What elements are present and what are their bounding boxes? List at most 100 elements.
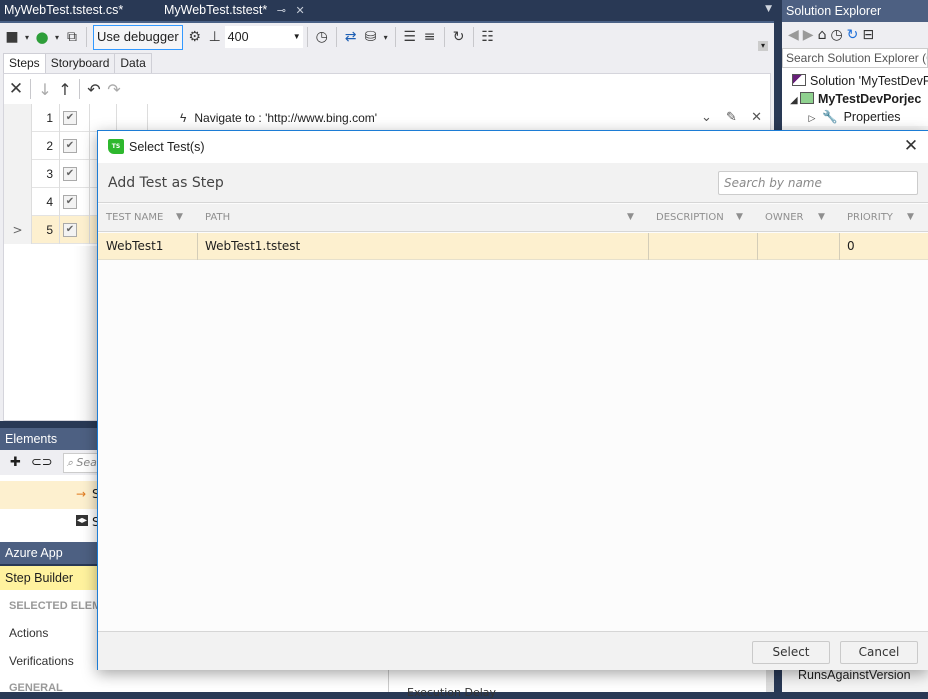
delay-value: 400 [227,30,249,44]
move-down-icon[interactable]: ↓ [35,78,55,100]
step-column [147,104,148,132]
redo-icon[interactable]: ↷ [104,78,124,100]
database-icon[interactable]: ⛁ [361,26,381,48]
step-number: 3 [32,160,60,188]
expanded-icon[interactable]: ◢ [788,91,800,109]
tab-steps[interactable]: Steps [3,53,46,74]
doc-tab-cs[interactable]: MyWebTest.tstest.cs* [0,0,127,21]
property-runs-against-version: RunsAgainstVersion [798,668,911,682]
step-row[interactable]: 1 ✔ ϟ Navigate to : 'http://www.bing.com'… [4,104,770,132]
toolbar-divider [86,27,87,47]
close-icon[interactable]: ✕ [751,110,762,125]
solution-explorer-title: Solution Explorer [782,0,928,22]
dialog-titlebar: TS Select Test(s) ✕ [98,131,928,163]
toolbar-divider [472,27,474,47]
database-dropdown-icon[interactable]: ▾ [381,33,391,42]
history-icon[interactable]: ◷ [830,27,842,43]
editor-tabs: Steps Storyboard Data [3,53,152,74]
test-project-icon [800,92,814,104]
refresh-icon[interactable]: ↻ [847,27,859,43]
filter-icon[interactable]: ▼ [176,204,183,230]
delete-icon[interactable]: ✕ [6,78,26,100]
record-dropdown-icon[interactable]: ▾ [22,33,32,42]
list-icon[interactable]: ☷ [478,26,498,48]
pin-icon[interactable]: ⊸ [277,5,286,17]
close-icon[interactable]: ✕ [902,136,920,156]
column-description[interactable]: DESCRIPTION [656,204,724,232]
execution-delay-label: Execution Delay [407,686,497,699]
filter-icon[interactable]: ▼ [818,204,825,230]
step-checkbox[interactable]: ✔ [63,167,77,181]
cell-test-name: WebTest1 [106,239,164,253]
forward-icon[interactable]: ▶ [803,27,814,43]
video-camera-icon[interactable]: ■ [2,26,22,48]
step-number: 4 [32,188,60,216]
step-description: ϟ Navigate to : 'http://www.bing.com' [180,104,377,132]
step-checkbox[interactable]: ✔ [63,139,77,153]
chevron-down-icon[interactable]: ▼ [293,26,301,48]
home-icon[interactable]: ⌂ [818,27,827,43]
undo-icon[interactable]: ↶ [84,78,104,100]
edit-list-icon[interactable]: ☰ [400,26,420,48]
step-checkbox[interactable]: ✔ [63,111,77,125]
column-path[interactable]: PATH [205,204,230,232]
wrench-icon: 🔧 [822,110,838,124]
play-icon[interactable]: ● [32,26,52,48]
filter-icon[interactable]: ▼ [736,204,743,230]
delay-combobox[interactable]: 400 ▼ [224,26,303,48]
column-test-name[interactable]: TEST NAME [106,204,163,232]
elements-explorer: ✚ ⊂⊃ ⌕ Search → S ◂▸ S [0,450,100,542]
link-icon[interactable]: ⊂⊃ [31,455,53,470]
delay-icon[interactable]: ⊥ [205,26,225,48]
run-dropdown-icon[interactable]: ▾ [52,33,62,42]
column-owner[interactable]: OWNER [765,204,804,232]
pencil-icon[interactable]: ✎ [726,110,737,125]
elements-search-input[interactable]: ⌕ Search [62,452,100,473]
outline-icon[interactable]: ≡ [420,26,440,48]
element-row[interactable]: → S [0,481,100,509]
collapse-icon[interactable]: ⊟ [862,27,874,43]
toolbar-divider [30,79,31,99]
close-icon[interactable]: ✕ [295,5,304,17]
step-checkbox[interactable]: ✔ [63,223,77,237]
element-row[interactable]: ◂▸ S [0,509,100,537]
chevron-down-icon[interactable]: ⌄ [701,110,712,125]
step-checkbox[interactable]: ✔ [63,195,77,209]
window-arrow-icon[interactable]: ⧉ [62,26,82,48]
doc-tab-tstest[interactable]: MyWebTest.tstest* ⊸ ✕ [160,0,309,21]
select-button[interactable]: Select [752,641,830,664]
collapsed-icon[interactable]: ▷ [806,109,818,127]
step-gutter-current: > [4,216,32,244]
sync-icon[interactable]: ⇄ [341,26,361,48]
test-studio-logo-icon: TS [108,139,124,154]
step-number: 1 [32,104,60,132]
doc-tab-label: MyWebTest.tstest* [164,3,268,17]
tree-item-solution[interactable]: Solution 'MyTestDevP [782,72,928,90]
column-priority[interactable]: PRIORITY [847,204,893,232]
tab-storyboard[interactable]: Storyboard [44,53,116,73]
clock-icon[interactable]: ◷ [312,26,332,48]
move-up-icon[interactable]: ↑ [55,78,75,100]
tab-dropdown-icon[interactable]: ▼ [765,4,772,14]
gear-icon[interactable]: ⚙ [185,26,205,48]
use-debugger-button[interactable]: Use debugger [93,24,183,50]
tree-item-project[interactable]: ◢ MyTestDevPorjec [782,90,928,108]
cancel-button[interactable]: Cancel [840,641,918,664]
tree-item-label: Properties [843,110,901,124]
filter-icon[interactable]: ▼ [627,204,634,230]
tab-data[interactable]: Data [114,53,152,73]
filter-icon[interactable]: ▼ [907,204,914,230]
add-icon[interactable]: ✚ [10,455,21,470]
solution-search-input[interactable]: Search Solution Explorer (C [782,48,928,68]
tree-item-properties[interactable]: ▷ 🔧 Properties [782,108,928,126]
search-by-name-input[interactable] [718,171,918,195]
toolbar-overflow-icon[interactable]: ▾ [758,41,768,51]
toolbar-divider [79,79,80,99]
step-gutter [4,132,32,160]
dialog-title: Select Test(s) [129,140,205,154]
back-icon[interactable]: ◀ [788,27,799,43]
step-gutter [4,104,32,132]
refresh-icon[interactable]: ↻ [449,26,469,48]
test-row-selected[interactable]: WebTest1 WebTest1.tstest 0 [98,233,928,260]
step-description-text: Navigate to : 'http://www.bing.com' [194,111,378,125]
